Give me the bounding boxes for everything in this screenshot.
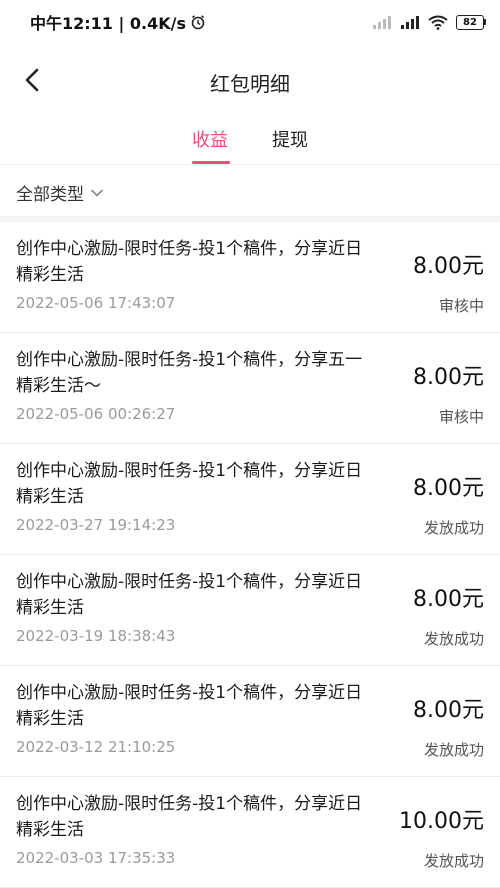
record-row[interactable]: 创作中心激励-限时任务-投1个稿件，分享近日精彩生活 2022-03-12 21… (0, 666, 500, 777)
signal-icon-sim2 (372, 15, 392, 29)
chevron-down-icon (90, 183, 104, 203)
record-title: 创作中心激励-限时任务-投1个稿件，分享近日精彩生活 (16, 461, 363, 507)
wifi-icon (428, 15, 448, 30)
record-row[interactable]: 创作中心激励-限时任务-投1个稿件，分享近日精彩生活 2022-05-06 17… (0, 222, 500, 333)
record-time: 2022-03-12 21:10:25 (16, 738, 176, 756)
red-packet-record-list: 创作中心激励-限时任务-投1个稿件，分享近日精彩生活 2022-05-06 17… (0, 222, 500, 888)
battery-icon: 82 (456, 14, 486, 30)
record-amount: 10.00元 (399, 809, 484, 834)
record-title: 创作中心激励-限时任务-投1个稿件，分享近日精彩生活 (16, 794, 363, 840)
record-status: 发放成功 (423, 852, 484, 870)
record-row[interactable]: 创作中心激励-限时任务-投1个稿件，分享近日精彩生活 2022-03-19 18… (0, 555, 500, 666)
status-left: 中午12:11 | 0.4K/s (30, 10, 206, 34)
status-bar: 中午12:11 | 0.4K/s 82 (0, 0, 500, 44)
tab-earnings[interactable]: 收益 (192, 126, 228, 152)
record-time: 2022-03-19 18:38:43 (16, 627, 176, 645)
record-status: 发放成功 (423, 630, 484, 648)
status-time: 中午12:11 | 0.4K/s (30, 14, 187, 33)
record-status: 审核中 (438, 408, 484, 426)
record-status: 发放成功 (423, 519, 484, 537)
record-row[interactable]: 创作中心激励-限时任务-投1个稿件，分享近日精彩生活 2022-03-03 17… (0, 777, 500, 888)
record-status: 审核中 (438, 297, 484, 315)
record-time: 2022-03-27 19:14:23 (16, 516, 176, 534)
record-amount: 8.00元 (413, 698, 484, 723)
alarm-icon (190, 14, 206, 30)
record-title: 创作中心激励-限时任务-投1个稿件，分享五一精彩生活～ (16, 350, 363, 396)
record-time: 2022-03-03 17:35:33 (16, 849, 176, 867)
type-filter-label: 全部类型 (16, 185, 84, 205)
record-row[interactable]: 创作中心激励-限时任务-投1个稿件，分享近日精彩生活 2022-03-27 19… (0, 444, 500, 555)
record-amount: 8.00元 (413, 365, 484, 390)
battery-tip (484, 19, 486, 25)
record-title: 创作中心激励-限时任务-投1个稿件，分享近日精彩生活 (16, 239, 363, 285)
record-amount: 8.00元 (413, 476, 484, 501)
tab-withdraw[interactable]: 提现 (272, 126, 308, 152)
battery-level: 82 (456, 14, 484, 30)
record-time: 2022-05-06 00:26:27 (16, 405, 176, 423)
record-title: 创作中心激励-限时任务-投1个稿件，分享近日精彩生活 (16, 683, 363, 729)
nav-bar: 红包明细 (0, 56, 500, 108)
divider (0, 164, 500, 165)
record-row[interactable]: 创作中心激励-限时任务-投1个稿件，分享五一精彩生活～ 2022-05-06 0… (0, 333, 500, 444)
record-time: 2022-05-06 17:43:07 (16, 294, 176, 312)
record-title: 创作中心激励-限时任务-投1个稿件，分享近日精彩生活 (16, 572, 363, 618)
type-filter-dropdown[interactable]: 全部类型 (16, 180, 104, 205)
page-title: 红包明细 (210, 72, 290, 96)
signal-icon-sim1 (400, 15, 420, 29)
status-right: 82 (372, 14, 486, 30)
record-status: 发放成功 (423, 741, 484, 759)
tab-bar: 收益 提现 (0, 118, 500, 164)
record-amount: 8.00元 (413, 254, 484, 279)
record-amount: 8.00元 (413, 587, 484, 612)
